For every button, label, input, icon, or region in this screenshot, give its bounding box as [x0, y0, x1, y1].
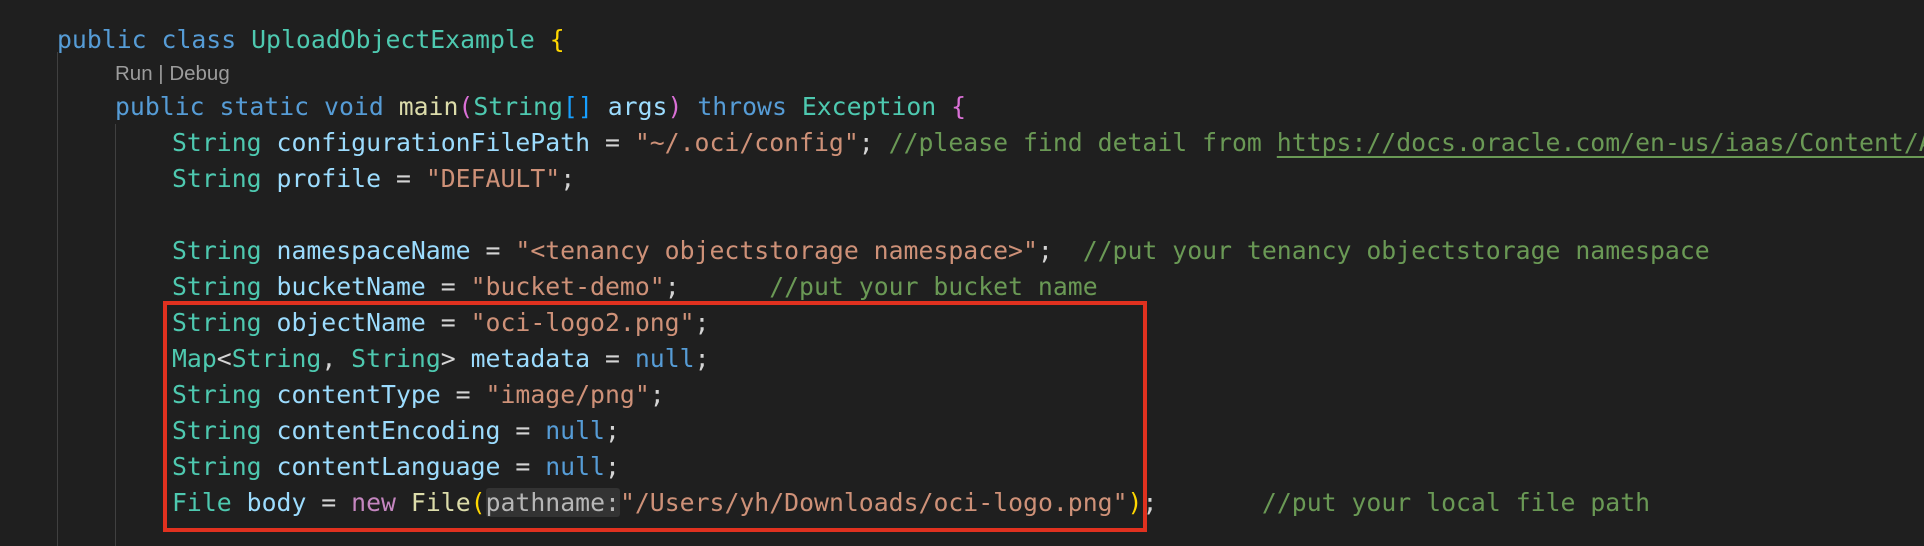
string-literal: "bucket-demo" — [470, 272, 665, 301]
exception-type: Exception — [801, 92, 937, 121]
variable: configurationFilePath — [276, 128, 591, 157]
code-line-1: public class UploadObjectExample { — [57, 22, 565, 58]
code-line-5: String namespaceName = "<tenancy objects… — [172, 233, 1710, 269]
comment: //please find detail from — [888, 128, 1277, 157]
param-type: String — [473, 92, 563, 121]
comment: //put your local file path — [1261, 488, 1651, 517]
operator: = — [590, 128, 635, 157]
type: String — [172, 236, 262, 265]
method-name: main — [398, 92, 459, 121]
array-brackets: [] — [562, 92, 593, 121]
keyword-throws: throws — [697, 92, 787, 121]
variable: profile — [276, 164, 382, 193]
type: String — [172, 128, 262, 157]
string-literal: "<tenancy objectstorage namespace>" — [515, 236, 1038, 265]
semicolon: ; — [858, 128, 874, 157]
keyword-class: class — [161, 25, 237, 54]
string-literal: "~/.oci/config" — [634, 128, 859, 157]
paren-close: ) — [667, 92, 683, 121]
keyword-public: public — [115, 92, 205, 121]
debug-link[interactable]: Debug — [169, 62, 229, 85]
highlight-box — [163, 301, 1147, 532]
operator: = — [470, 236, 516, 265]
operator: = — [381, 164, 426, 193]
code-lens-separator: | — [152, 62, 170, 85]
keyword-public: public — [57, 25, 147, 54]
type: String — [172, 164, 262, 193]
brace-open: { — [951, 92, 967, 121]
keyword-void: void — [324, 92, 384, 121]
variable: bucketName — [276, 272, 426, 301]
run-link[interactable]: Run — [115, 62, 153, 85]
type: String — [172, 272, 262, 301]
variable: namespaceName — [276, 236, 471, 265]
semicolon: ; — [1037, 236, 1053, 265]
comment: //put your bucket name — [769, 272, 1098, 301]
string-literal: "DEFAULT" — [425, 164, 561, 193]
code-line-3: String configurationFilePath = "~/.oci/c… — [172, 125, 1924, 161]
semicolon: ; — [560, 164, 576, 193]
indent-guide-inner — [115, 124, 116, 546]
operator: = — [425, 272, 471, 301]
class-name: UploadObjectExample — [251, 25, 535, 54]
code-lens: Run | Debug — [115, 59, 230, 89]
comment: //put your tenancy objectstorage namespa… — [1082, 236, 1710, 265]
paren-open: ( — [458, 92, 474, 121]
param-name: args — [607, 92, 668, 121]
semicolon: ; — [664, 272, 680, 301]
code-line-4: String profile = "DEFAULT"; — [172, 161, 575, 197]
keyword-static: static — [219, 92, 310, 121]
code-editor[interactable]: public class UploadObjectExample { Run |… — [0, 0, 1924, 546]
code-line-6: String bucketName = "bucket-demo"; //put… — [172, 269, 1098, 305]
brace-open: { — [549, 25, 565, 54]
docs-link[interactable]: https://docs.oracle.com/en-us/iaas/Conte… — [1277, 128, 1924, 157]
indent-guide-outer — [57, 52, 58, 546]
code-line-2: public static void main(String[] args) t… — [115, 89, 966, 125]
